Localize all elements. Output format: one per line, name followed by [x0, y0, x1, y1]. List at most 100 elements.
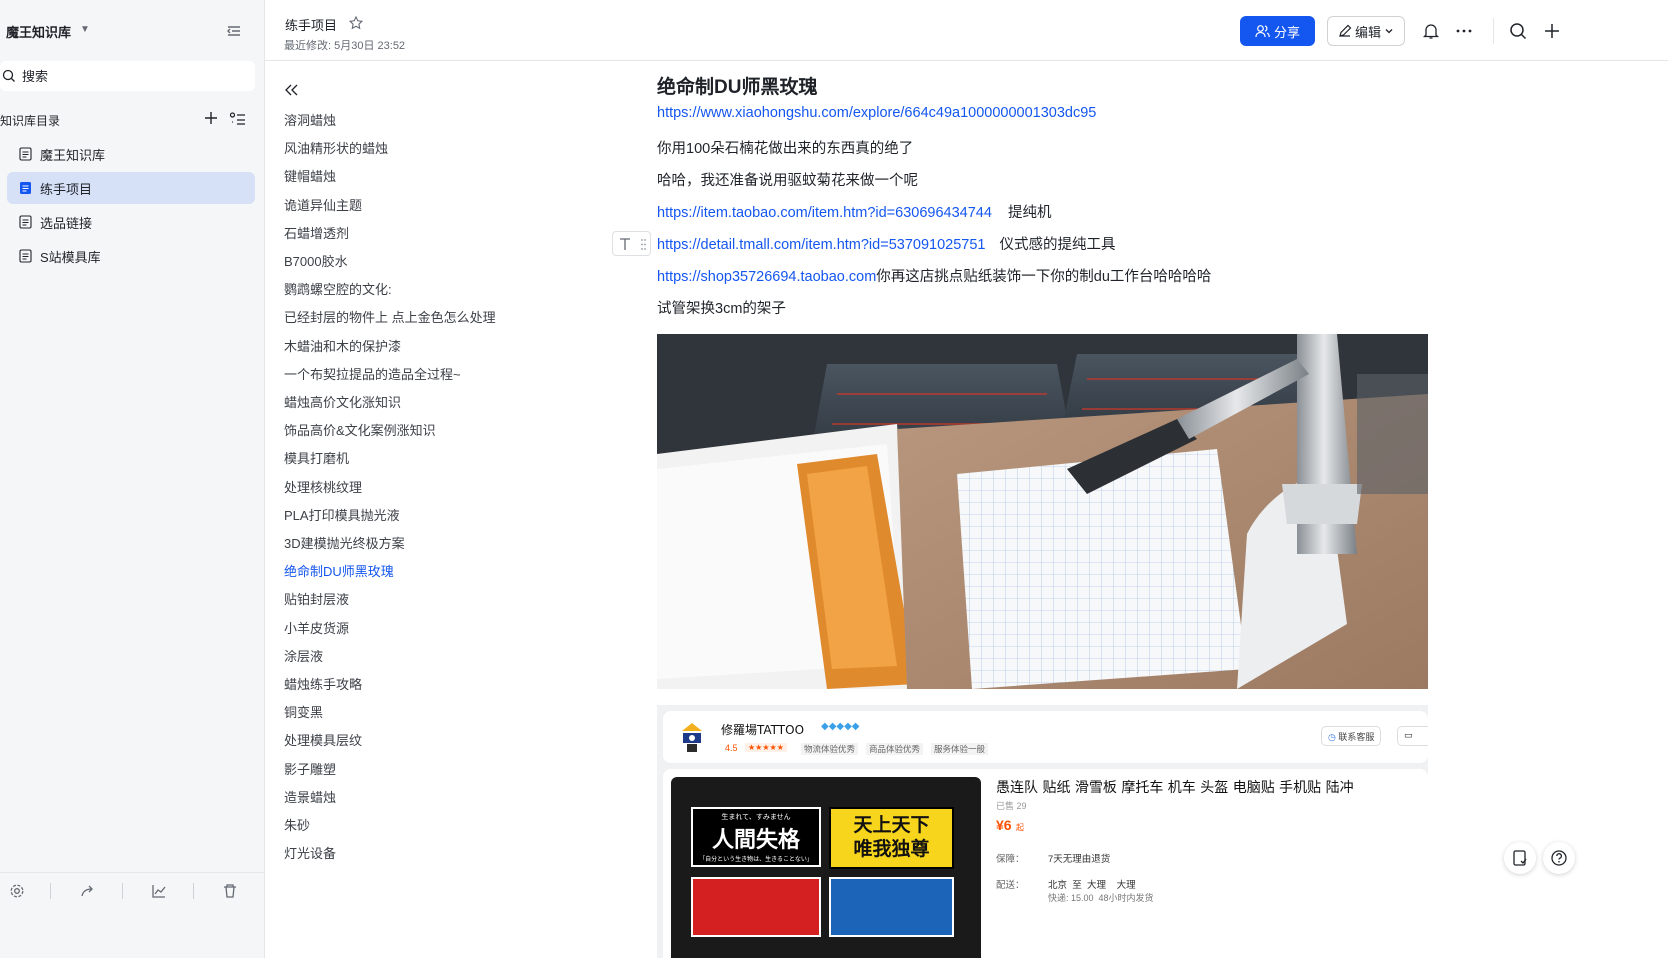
- toc-item[interactable]: 绝命制DU师黑玫瑰: [284, 561, 394, 580]
- more-icon[interactable]: [1455, 22, 1473, 40]
- clock-icon: ◷: [1328, 732, 1336, 742]
- toc-item[interactable]: 石蜡增透剂: [284, 223, 349, 242]
- toc-item[interactable]: 造景蜡烛: [284, 787, 336, 806]
- price-value: ¥6: [996, 817, 1012, 833]
- toc-item[interactable]: 处理模具层纹: [284, 730, 362, 749]
- toc-item[interactable]: 模具打磨机: [284, 448, 349, 467]
- toc-item[interactable]: 一个布契拉提品的造品全过程~: [284, 364, 461, 383]
- toc-item[interactable]: 木蜡油和木的保护漆: [284, 336, 401, 355]
- toc-item[interactable]: 铜变黑: [284, 702, 323, 721]
- sticker-line: 唯我独尊: [853, 838, 930, 860]
- toc-item[interactable]: 蜡烛高价文化涨知识: [284, 392, 401, 411]
- share-label: 分享: [1273, 24, 1300, 40]
- link-xiaohongshu[interactable]: https://www.xiaohongshu.com/explore/664c…: [657, 105, 1096, 121]
- share-button[interactable]: 分享: [1240, 16, 1315, 46]
- toc-item[interactable]: 风油精形状的蜡烛: [284, 138, 388, 157]
- toc-item[interactable]: 键帽蜡烛: [284, 166, 336, 185]
- sidebar-item-home[interactable]: 魔王知识库: [7, 138, 255, 170]
- link-note: 你再这店挑点贴纸装饰一下你的制du工作台哈哈哈哈: [876, 269, 1212, 285]
- sidebar-item-practice[interactable]: 练手项目: [7, 172, 255, 204]
- toc-item[interactable]: 鹦鹉螺空腔的文化:: [284, 279, 392, 298]
- toc-item[interactable]: PLA打印模具抛光液: [284, 505, 400, 524]
- workbench-photo: [657, 334, 1428, 689]
- sidebar-item-mold-library[interactable]: S站模具库: [7, 240, 255, 272]
- sidebar: 魔王知识库 ▼ 知识库目录 魔王知识库: [0, 0, 265, 958]
- divider: [50, 883, 51, 899]
- collapse-toc-icon[interactable]: [283, 82, 299, 98]
- trend-chart-icon[interactable]: [151, 883, 167, 899]
- embedded-photo[interactable]: [657, 334, 1428, 689]
- product-image: 生まれて、すみません 人間失格 「自分という生き物は、生きることない」 天上天下…: [671, 777, 981, 958]
- paragraph-link-line: https://item.taobao.com/item.htm?id=6306…: [657, 201, 1051, 222]
- toc-item[interactable]: 蜡烛练手攻略: [284, 674, 362, 693]
- directory-label: 知识库目录: [0, 114, 61, 128]
- chevron-down-icon: [1385, 29, 1393, 34]
- add-icon[interactable]: [203, 110, 219, 126]
- caret-down-icon[interactable]: ▼: [80, 24, 90, 35]
- toc-item[interactable]: 诡道异仙主题: [284, 195, 362, 214]
- link-taobao-shop[interactable]: https://shop35726694.taobao.com: [657, 269, 876, 285]
- shop-header: 修羅場TATTOO ◆◆◆◆◆ 4.5 ★★★★★ 物流体验优秀 商品体验优秀 …: [663, 711, 1428, 763]
- link-taobao-item[interactable]: https://item.taobao.com/item.htm?id=6306…: [657, 205, 992, 221]
- question-icon: [1551, 850, 1567, 866]
- collapse-sidebar-icon[interactable]: [225, 22, 243, 40]
- bell-icon[interactable]: [1422, 22, 1440, 40]
- pencil-icon: [1339, 24, 1352, 37]
- sidebar-item-label: 魔王知识库: [40, 147, 106, 163]
- sticker-blue: [829, 877, 954, 937]
- toc-item[interactable]: 影子雕塑: [284, 759, 336, 778]
- toc-item[interactable]: 小羊皮货源: [284, 618, 349, 637]
- sidebar-item-label: 练手项目: [40, 181, 93, 197]
- shop-rating: 4.5: [725, 743, 738, 753]
- sidebar-item-product-links[interactable]: 选品链接: [7, 206, 255, 238]
- toc-item[interactable]: 3D建模抛光终极方案: [284, 533, 405, 552]
- document-icon: [20, 182, 31, 194]
- edit-button[interactable]: 编辑: [1327, 16, 1405, 46]
- shop-enter-button[interactable]: ▭: [1397, 726, 1428, 746]
- search-input[interactable]: [22, 67, 242, 85]
- add-icon[interactable]: [1543, 22, 1561, 40]
- shop-tag: 商品体验优秀: [866, 743, 924, 755]
- link-tmall-item[interactable]: https://detail.tmall.com/item.htm?id=537…: [657, 237, 985, 253]
- document-body: 绝命制DU师黑玫瑰 https://www.xiaohongshu.com/ex…: [612, 61, 1668, 958]
- help-button[interactable]: [1543, 842, 1575, 874]
- product-title: 愚连队 贴纸 滑雪板 摩托车 机车 头盔 电脑贴 手机贴 陆冲: [996, 780, 1354, 796]
- doc-outline-button[interactable]: [1504, 842, 1536, 874]
- price-suffix: 起: [1016, 823, 1025, 832]
- list-view-icon[interactable]: [229, 110, 247, 128]
- toc-item[interactable]: 贴铂封层液: [284, 589, 349, 608]
- knowledge-base-title[interactable]: 魔王知识库: [6, 22, 71, 41]
- sticker-ningen: 生まれて、すみません 人間失格 「自分という生き物は、生きることない」: [691, 807, 821, 867]
- share-arrow-icon[interactable]: [80, 883, 96, 899]
- toc-item[interactable]: 灯光设备: [284, 843, 336, 862]
- star-icon[interactable]: [349, 16, 363, 30]
- toc-item[interactable]: 朱砂: [284, 815, 310, 834]
- trash-icon[interactable]: [222, 883, 238, 899]
- embedded-shop-screenshot[interactable]: 修羅場TATTOO ◆◆◆◆◆ 4.5 ★★★★★ 物流体验优秀 商品体验优秀 …: [657, 705, 1428, 958]
- contact-label: 联系客服: [1338, 732, 1375, 742]
- shop-name: 修羅場TATTOO: [721, 723, 805, 737]
- doc-title: 练手项目: [285, 18, 338, 33]
- search-box[interactable]: [0, 61, 255, 91]
- delivery-route[interactable]: 北京 至 大理 大理: [1048, 877, 1136, 891]
- toc-item[interactable]: 溶洞蜡烛: [284, 110, 336, 129]
- settings-icon[interactable]: [9, 883, 25, 899]
- document-check-icon: [1513, 850, 1527, 866]
- toc-item[interactable]: 已经封层的物件上 点上金色怎么处理: [284, 307, 496, 326]
- paragraph: 你用100朵石楠花做出来的东西真的绝了: [657, 141, 914, 157]
- toc-item[interactable]: 涂层液: [284, 646, 323, 665]
- block-toolbar[interactable]: [612, 231, 651, 256]
- divider: [193, 883, 194, 899]
- search-icon[interactable]: [1509, 22, 1527, 40]
- paragraph-link-line: https://shop35726694.taobao.com你再这店挑点贴纸装…: [657, 265, 1211, 286]
- sticker-red: [691, 877, 821, 937]
- toc-item[interactable]: 饰品高价&文化案例涨知识: [284, 420, 436, 439]
- price: ¥6 起: [996, 817, 1024, 835]
- document-icon: [19, 249, 32, 263]
- shop-tag: 服务体验一般: [931, 743, 989, 755]
- divider: [1493, 18, 1494, 44]
- contact-button[interactable]: ◷ 联系客服: [1321, 726, 1382, 746]
- toc-item[interactable]: 处理核桃纹理: [284, 477, 362, 496]
- text-format-icon[interactable]: [613, 232, 652, 257]
- toc-item[interactable]: B7000胶水: [284, 251, 348, 270]
